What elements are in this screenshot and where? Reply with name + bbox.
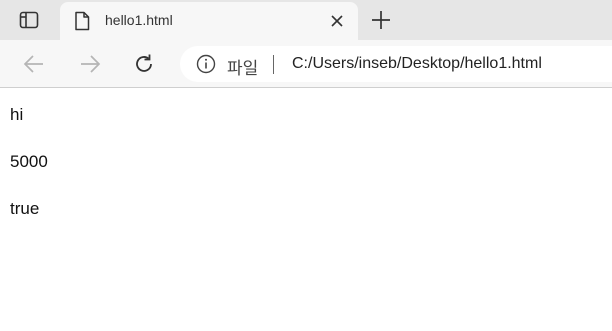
tab-actions-button[interactable] [10, 8, 48, 32]
arrow-left-icon[interactable] [22, 52, 46, 76]
page-content: hi 5000 true [0, 89, 612, 331]
arrow-right-icon[interactable] [78, 52, 102, 76]
info-icon[interactable] [196, 54, 216, 74]
tab-strip: hello1.html [0, 0, 612, 40]
output-line: true [10, 199, 40, 218]
document-icon [75, 11, 90, 31]
browser-toolbar: 파일 C:/Users/inseb/Desktop/hello1.html [0, 40, 612, 88]
url-text[interactable]: C:/Users/inseb/Desktop/hello1.html [292, 55, 542, 73]
new-tab-plus-icon[interactable] [370, 9, 392, 31]
address-bar[interactable]: 파일 C:/Users/inseb/Desktop/hello1.html [180, 46, 612, 82]
tab-title: hello1.html [105, 12, 173, 28]
separator [273, 55, 274, 74]
tab-actions-icon [19, 11, 39, 29]
close-icon[interactable] [330, 14, 344, 28]
refresh-icon[interactable] [132, 52, 156, 76]
browser-tab[interactable]: hello1.html [60, 2, 358, 40]
site-info-label[interactable]: 파일 [227, 54, 258, 79]
output-line: hi [10, 105, 24, 124]
output-line: 5000 [10, 152, 48, 171]
